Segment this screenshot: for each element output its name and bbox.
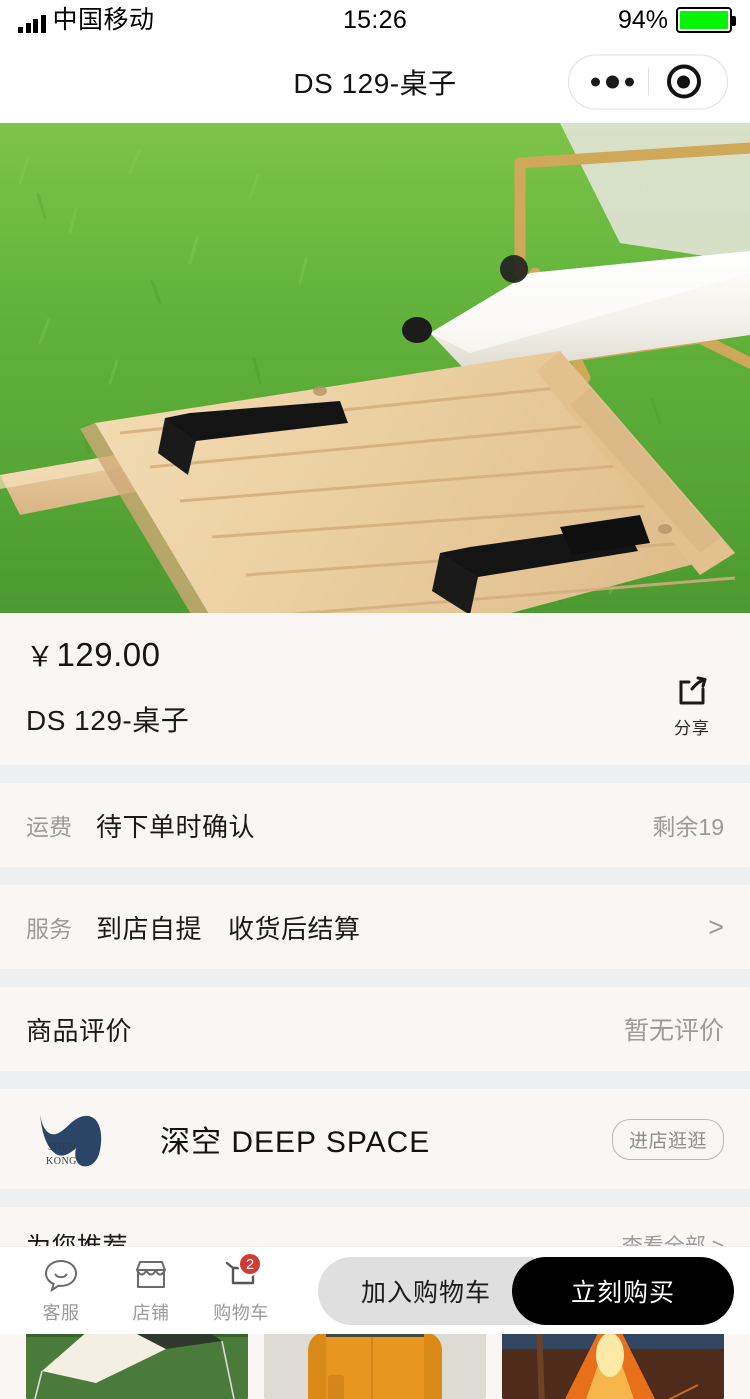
share-label: 分享 xyxy=(674,719,710,738)
shop-name: 深空 DEEP SPACE xyxy=(160,1126,431,1159)
chevron-right-icon[interactable]: > xyxy=(708,912,724,943)
shipping-card: 运费 待下单时确认 剩余19 xyxy=(0,783,750,867)
service-card: 服务 到店自提 收货后结算 > xyxy=(0,885,750,969)
bottom-item-label: 购物车 xyxy=(213,1303,269,1323)
customer-service-chat-icon xyxy=(42,1256,80,1294)
bottom-item-label: 客服 xyxy=(42,1303,80,1323)
bottom-item-shop[interactable]: 店铺 xyxy=(106,1256,196,1325)
service-row[interactable]: 服务 到店自提 收货后结算 > xyxy=(0,885,750,969)
reviews-empty-text: 暂无评价 xyxy=(623,1017,724,1045)
svg-text:SHEN: SHEN xyxy=(48,1142,76,1153)
section-divider xyxy=(0,867,750,885)
add-to-cart-button[interactable]: 加入购物车 xyxy=(318,1256,534,1325)
status-bar-clock: 15:26 xyxy=(342,5,408,34)
status-bar: 中国移动 15:26 94% xyxy=(0,0,750,40)
bottom-item-customer-service[interactable]: 客服 xyxy=(16,1256,106,1325)
svg-text:KONG: KONG xyxy=(46,1156,77,1167)
product-price: ￥129.00 xyxy=(26,635,724,675)
section-divider xyxy=(0,1071,750,1089)
shipping-label: 运费 xyxy=(26,814,72,840)
product-name: DS 129-桌子 xyxy=(26,705,190,736)
cart-badge: 2 xyxy=(238,1252,262,1276)
stock-remaining: 剩余19 xyxy=(652,814,724,840)
section-divider xyxy=(0,969,750,987)
share-icon xyxy=(679,676,707,705)
product-hero-image[interactable] xyxy=(0,123,750,613)
reviews-row[interactable]: 商品评价 暂无评价 xyxy=(0,987,750,1071)
shipping-value: 待下单时确认 xyxy=(96,811,256,842)
share-button[interactable]: 分享 xyxy=(660,673,724,739)
buy-now-button[interactable]: 立刻购买 xyxy=(512,1256,734,1325)
cta-group: 加入购物车 立刻购买 xyxy=(318,1256,734,1325)
section-divider xyxy=(0,1189,750,1207)
target-circle-icon[interactable] xyxy=(649,64,719,99)
section-divider xyxy=(0,765,750,783)
bottom-item-cart[interactable]: 2 购物车 xyxy=(196,1252,286,1325)
mini-program-product-page: 中国移动 15:26 94% DS 129-桌子 ￥129.00 DS 129-… xyxy=(0,0,750,1399)
shipping-row[interactable]: 运费 待下单时确认 剩余19 xyxy=(0,783,750,867)
product-summary-card: ￥129.00 DS 129-桌子 分享 xyxy=(0,613,750,765)
reviews-card: 商品评价 暂无评价 xyxy=(0,987,750,1071)
shopping-cart-icon: 2 xyxy=(222,1252,262,1294)
navigation-bar: DS 129-桌子 xyxy=(0,40,750,123)
service-option-settle: 收货后结算 xyxy=(228,913,361,944)
shop-logo: SHEN KONG xyxy=(26,1102,118,1176)
battery-icon xyxy=(676,7,736,33)
bottom-action-bar: 客服 店铺 2 购物车 加入购物车 立刻购买 xyxy=(0,1246,750,1334)
service-option-pickup: 到店自提 xyxy=(96,913,203,944)
more-dots-icon[interactable] xyxy=(578,75,648,88)
page-title: DS 129-桌子 xyxy=(293,67,457,99)
wechat-capsule[interactable] xyxy=(568,54,728,109)
enter-shop-button[interactable]: 进店逛逛 xyxy=(611,1118,724,1160)
shop-storefront-icon xyxy=(132,1256,170,1294)
price-value: 129.00 xyxy=(56,636,161,673)
bottom-item-label: 店铺 xyxy=(132,1303,170,1323)
currency-symbol: ￥ xyxy=(26,641,55,672)
shop-logo-icon: SHEN KONG xyxy=(40,1114,102,1167)
shop-row[interactable]: SHEN KONG 深空 DEEP SPACE 进店逛逛 xyxy=(0,1089,750,1189)
service-label: 服务 xyxy=(26,916,72,942)
reviews-title: 商品评价 xyxy=(26,1015,133,1046)
shop-card: SHEN KONG 深空 DEEP SPACE 进店逛逛 xyxy=(0,1089,750,1189)
